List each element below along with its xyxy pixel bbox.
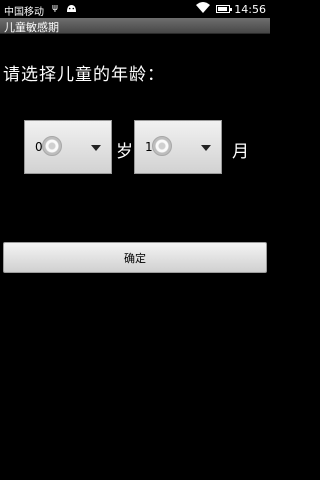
carrier-label: 中国移动	[4, 7, 44, 18]
radio-icon	[42, 136, 62, 156]
years-spinner[interactable]: 0	[24, 120, 112, 174]
battery-icon	[216, 5, 232, 13]
dropdown-arrow-icon	[201, 145, 211, 151]
android-icon	[66, 3, 77, 17]
clock: 14:56	[234, 3, 266, 16]
months-unit: 月	[232, 142, 249, 162]
app-title: 儿童敏感期	[4, 21, 59, 34]
app-title-bar: 儿童敏感期	[0, 18, 270, 34]
age-prompt: 请选择儿童的年龄：	[3, 65, 165, 85]
status-bar: 中国移动 ψ 14:56	[0, 0, 270, 18]
wifi-icon	[196, 2, 210, 13]
usb-icon: ψ	[52, 3, 58, 13]
years-unit: 岁	[116, 142, 133, 162]
dropdown-arrow-icon	[91, 145, 101, 151]
radio-icon	[152, 136, 172, 156]
months-spinner[interactable]: 1	[134, 120, 222, 174]
confirm-button[interactable]: 确定	[3, 242, 267, 273]
confirm-button-label: 确定	[124, 251, 146, 265]
